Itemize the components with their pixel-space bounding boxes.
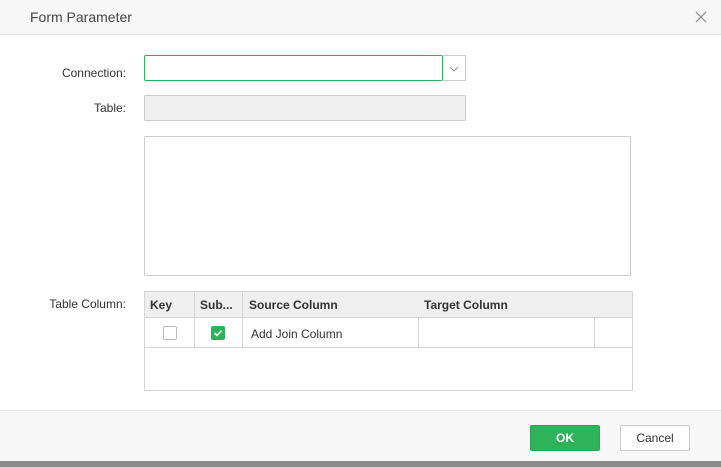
column-header-key[interactable]: Key [145, 292, 193, 318]
close-button[interactable] [692, 8, 710, 26]
table-list-area[interactable] [144, 136, 631, 276]
close-icon [695, 11, 707, 23]
connection-input[interactable] [144, 55, 443, 81]
key-checkbox[interactable] [163, 326, 177, 340]
dialog-footer: OK Cancel [0, 410, 721, 461]
connection-dropdown-button[interactable] [443, 55, 466, 81]
dialog-header: Form Parameter [0, 0, 721, 35]
table-row: Add Join Column [145, 318, 632, 348]
form-parameter-dialog: Form Parameter Connection: Table: Table … [0, 0, 721, 461]
sub-checkbox[interactable] [211, 326, 225, 340]
ok-button[interactable]: OK [530, 425, 600, 451]
chevron-down-icon [449, 66, 459, 72]
column-header-source[interactable]: Source Column [244, 292, 416, 318]
dialog-title: Form Parameter [30, 9, 132, 25]
connection-combo[interactable] [144, 55, 466, 81]
check-icon [213, 329, 223, 337]
grid-header: Key Sub... Source Column Target Column [145, 292, 632, 318]
table-label: Table: [93, 101, 126, 115]
connection-label: Connection: [61, 66, 126, 80]
table-column-label: Table Column: [49, 297, 126, 311]
table-column-grid: Key Sub... Source Column Target Column A… [144, 291, 633, 391]
backdrop-strip [0, 461, 721, 467]
column-header-target[interactable]: Target Column [419, 292, 594, 318]
column-header-sub[interactable]: Sub... [195, 292, 241, 318]
table-field [144, 95, 466, 121]
add-join-column-link[interactable]: Add Join Column [251, 327, 342, 341]
cancel-button[interactable]: Cancel [620, 425, 690, 451]
